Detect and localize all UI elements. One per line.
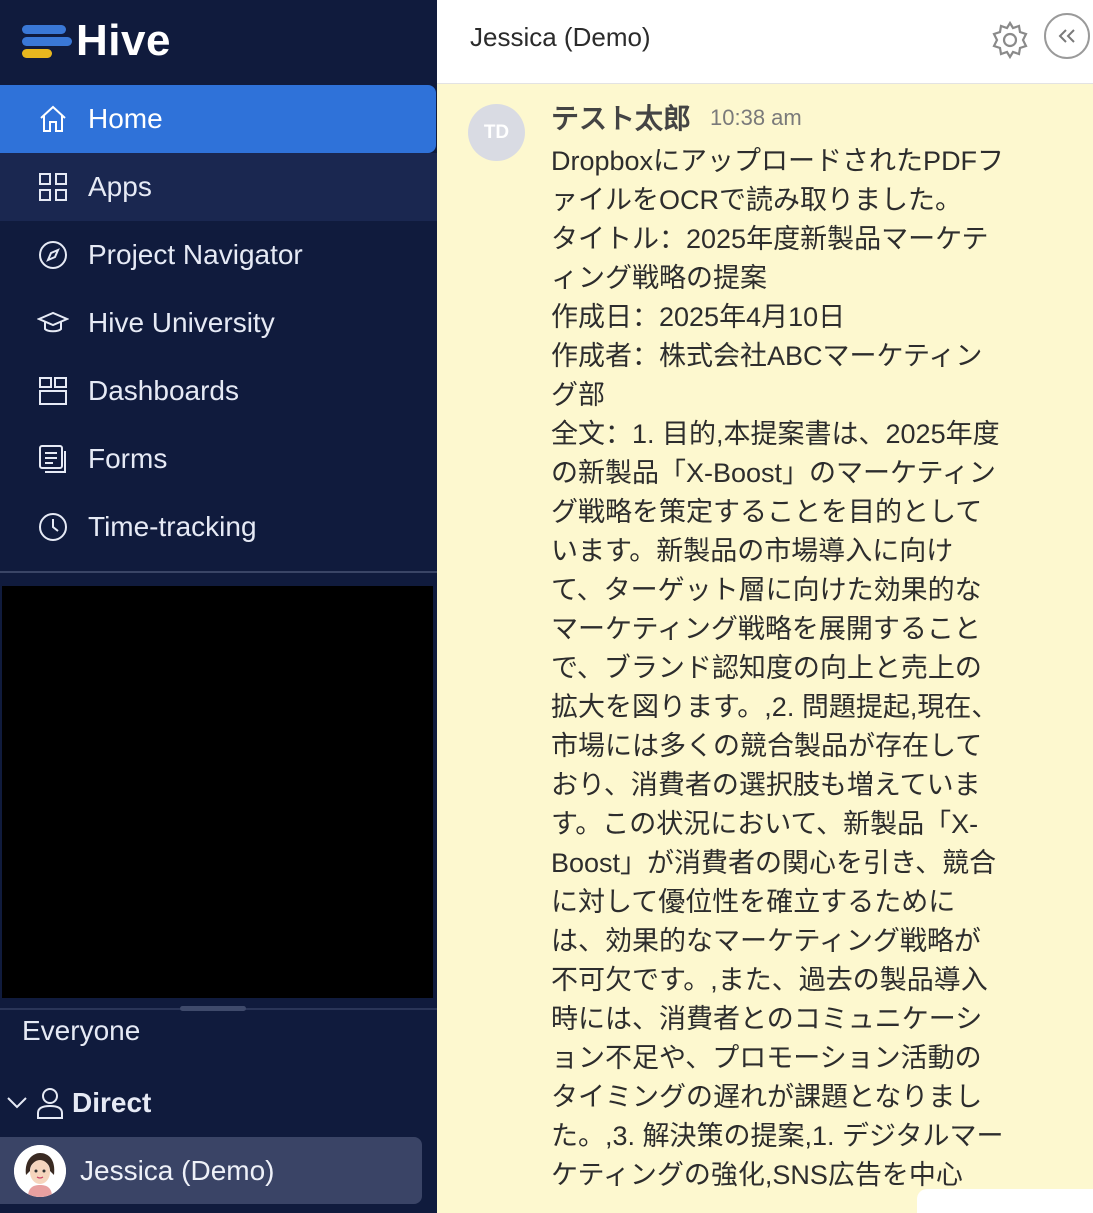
graduation-cap-icon bbox=[36, 306, 70, 340]
nav-label: Dashboards bbox=[88, 375, 239, 406]
message-line: グ戦略を策定することを目的として bbox=[551, 497, 983, 527]
main-nav: Home Apps Project Navigator Hive Univers… bbox=[0, 85, 437, 561]
message-line: おり、消費者の選択肢も増えていま bbox=[551, 770, 981, 800]
message-timestamp: 10:38 am bbox=[710, 105, 802, 130]
direct-label: Direct bbox=[72, 1087, 152, 1118]
home-icon bbox=[36, 102, 70, 136]
message-line: で、ブランド認知度の向上と売上の bbox=[551, 653, 982, 683]
message-line: に対して優位性を確立するために bbox=[551, 887, 956, 917]
nav-label: Hive University bbox=[88, 307, 275, 338]
composer-edge bbox=[917, 1189, 1093, 1213]
message-line: す。この状況において、新製品「X- bbox=[551, 809, 979, 839]
direct-section-header[interactable]: Direct bbox=[0, 1080, 151, 1126]
nav-divider bbox=[0, 571, 437, 573]
person-icon bbox=[36, 1087, 64, 1119]
message-line: た。,3. 解決策の提案,1. デジタルマー bbox=[551, 1121, 1004, 1151]
chevron-down-icon[interactable] bbox=[2, 1096, 32, 1110]
message-line: DropboxにアップロードされたPDFフ bbox=[551, 146, 1005, 176]
chat-header: Jessica (Demo) bbox=[437, 0, 1093, 84]
nav-item-home[interactable]: Home bbox=[0, 85, 436, 153]
message-line: 全文：1. 目的,本提案書は、2025年度 bbox=[551, 419, 1000, 449]
compass-icon bbox=[36, 238, 70, 272]
avatar bbox=[14, 1144, 66, 1197]
clock-icon bbox=[36, 510, 70, 544]
message-line: ァイルをOCRで読み取りました。 bbox=[551, 185, 962, 215]
message-line: て、ターゲット層に向けた効果的な bbox=[551, 575, 982, 605]
nav-item-hive-university[interactable]: Hive University bbox=[0, 289, 437, 357]
sidebar: Hive Home Apps Project Navigator Hive Un… bbox=[0, 0, 437, 1213]
message-line: 拡大を図ります。,2. 問題提起,現在、 bbox=[551, 692, 999, 722]
message-line: タイトル：2025年度新製品マーケテ bbox=[551, 224, 989, 254]
nav-label: Apps bbox=[88, 171, 152, 202]
nav-label: Forms bbox=[88, 443, 168, 474]
message-author[interactable]: テスト太郎 bbox=[551, 97, 691, 137]
nav-item-apps[interactable]: Apps bbox=[0, 153, 437, 221]
embedded-panel bbox=[2, 586, 433, 998]
resize-handle[interactable] bbox=[180, 1006, 246, 1011]
message-line: ョン不足や、プロモーション活動の bbox=[551, 1043, 982, 1073]
nav-item-time-tracking[interactable]: Time-tracking bbox=[0, 493, 437, 561]
message-line: マーケティング戦略を展開すること bbox=[551, 614, 981, 644]
message-avatar[interactable]: TD bbox=[468, 104, 525, 161]
message-line: Boost」が消費者の関心を引き、競合 bbox=[551, 848, 997, 878]
chat-panel: Jessica (Demo) TD テスト太郎 10:38 am Dropbox… bbox=[437, 0, 1093, 1213]
collapse-panel-button[interactable] bbox=[1044, 13, 1090, 59]
message-line: ィング戦略の提案 bbox=[551, 263, 767, 293]
chat-title: Jessica (Demo) bbox=[470, 22, 651, 52]
message-line: 時には、消費者とのコミュニケーシ bbox=[551, 1004, 983, 1034]
message-body: DropboxにアップロードされたPDFフ ァイルをOCRで読み取りました。 タイト… bbox=[551, 142, 1051, 1195]
message-line: 作成者：株式会社ABCマーケティン bbox=[551, 341, 983, 371]
message-line: は、効果的なマーケティング戦略が bbox=[551, 926, 981, 956]
message-line: グ部 bbox=[551, 380, 605, 410]
nav-label: Time-tracking bbox=[88, 511, 257, 542]
dm-name: Jessica (Demo) bbox=[80, 1154, 275, 1186]
dashboard-icon bbox=[36, 374, 70, 408]
gear-icon[interactable] bbox=[990, 20, 1030, 60]
double-chevron-left-icon bbox=[1058, 29, 1075, 43]
dm-item-jessica[interactable]: Jessica (Demo) bbox=[0, 1137, 422, 1204]
message-line: います。新製品の市場導入に向け bbox=[551, 536, 954, 566]
message-line: タイミングの遅れが課題となりまし bbox=[551, 1082, 983, 1112]
everyone-label[interactable]: Everyone bbox=[22, 1015, 140, 1047]
grid-icon bbox=[36, 170, 70, 204]
app-name: Hive bbox=[76, 16, 171, 65]
message-line: の新製品「X-Boost」のマーケティン bbox=[551, 458, 996, 488]
message-line: 不可欠です。,また、過去の製品導入 bbox=[551, 965, 988, 995]
nav-label: Home bbox=[88, 103, 163, 134]
message-line: 市場には多くの競合製品が存在して bbox=[551, 731, 983, 761]
hive-logo[interactable]: Hive bbox=[22, 16, 171, 66]
hive-logo-icon bbox=[22, 21, 72, 61]
nav-item-project-navigator[interactable]: Project Navigator bbox=[0, 221, 437, 289]
nav-item-forms[interactable]: Forms bbox=[0, 425, 437, 493]
message-line: 作成日：2025年4月10日 bbox=[551, 302, 846, 332]
nav-item-dashboards[interactable]: Dashboards bbox=[0, 357, 437, 425]
forms-icon bbox=[36, 442, 70, 476]
nav-label: Project Navigator bbox=[88, 239, 303, 270]
